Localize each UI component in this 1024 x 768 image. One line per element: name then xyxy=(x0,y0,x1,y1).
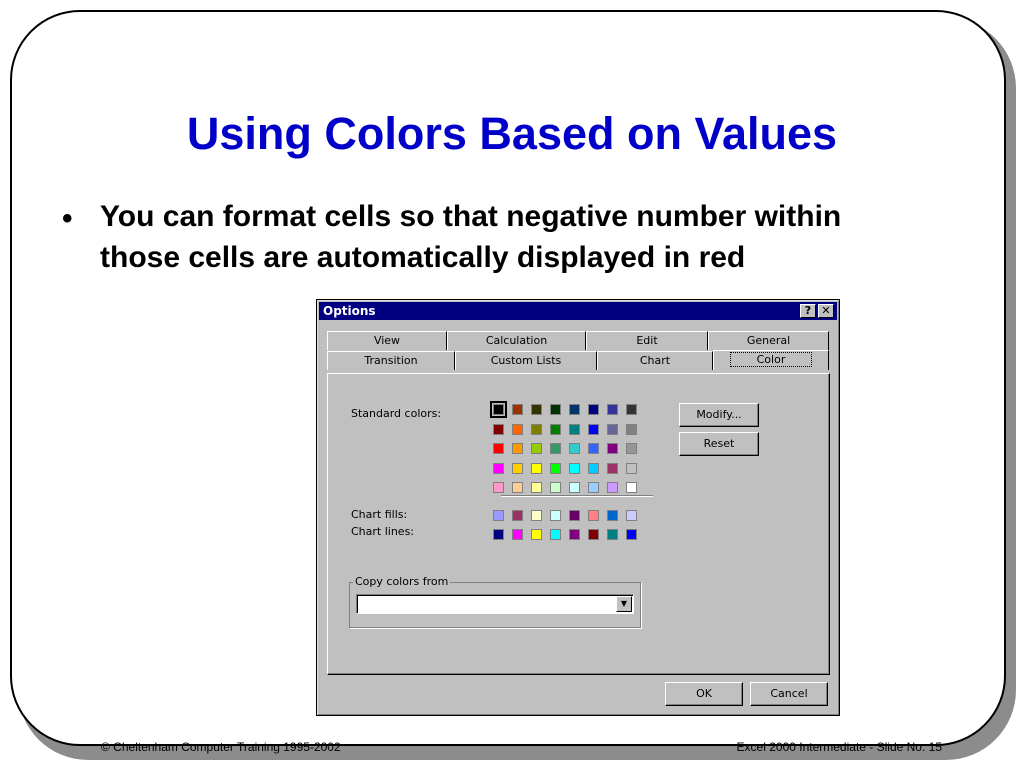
color-swatch[interactable] xyxy=(512,423,523,435)
palette-separator xyxy=(501,495,653,497)
color-swatch[interactable] xyxy=(512,404,523,415)
color-swatch[interactable] xyxy=(569,482,580,493)
footer-slide-number: Excel 2000 Intermediate - Slide No. 15 xyxy=(736,740,942,754)
tab-label: Transition xyxy=(364,354,418,367)
dropdown-arrow-icon[interactable]: ▼ xyxy=(616,596,632,612)
chart-fill-swatch[interactable] xyxy=(626,510,637,521)
color-swatch[interactable] xyxy=(588,404,599,415)
chart-fill-swatch[interactable] xyxy=(493,510,504,521)
color-swatch[interactable] xyxy=(550,462,561,474)
color-swatch[interactable] xyxy=(550,482,561,493)
color-swatch[interactable] xyxy=(626,423,637,435)
color-swatch[interactable] xyxy=(531,482,542,493)
color-swatch[interactable] xyxy=(607,423,618,435)
color-swatch[interactable] xyxy=(626,482,637,493)
chart-fills-label: Chart fills: xyxy=(351,508,408,521)
color-swatch[interactable] xyxy=(531,404,542,415)
color-swatch[interactable] xyxy=(512,482,523,493)
color-swatch[interactable] xyxy=(493,443,504,454)
options-dialog: Options ? ✕ View Calculation Edit Genera… xyxy=(316,299,840,716)
color-swatch[interactable] xyxy=(588,482,599,493)
chart-line-swatch[interactable] xyxy=(493,529,504,540)
footer-copyright: © Cheltenham Computer Training 1995-2002 xyxy=(101,740,341,754)
chart-line-swatch[interactable] xyxy=(607,529,618,540)
color-swatch[interactable] xyxy=(626,404,637,415)
chart-line-swatch[interactable] xyxy=(588,529,599,540)
help-button[interactable]: ? xyxy=(800,304,816,318)
color-swatch[interactable] xyxy=(607,404,618,415)
close-button[interactable]: ✕ xyxy=(818,304,834,318)
tab-label: Calculation xyxy=(485,334,548,347)
tab-view[interactable]: View xyxy=(327,331,447,350)
color-swatch[interactable] xyxy=(493,482,504,493)
cancel-button[interactable]: Cancel xyxy=(750,682,828,706)
tab-label: Custom Lists xyxy=(490,354,562,367)
chart-fill-swatch[interactable] xyxy=(588,510,599,521)
color-swatch[interactable] xyxy=(607,443,618,454)
color-swatch[interactable] xyxy=(512,443,523,454)
tab-general[interactable]: General xyxy=(708,331,829,350)
tab-label: Edit xyxy=(636,334,658,347)
color-swatch[interactable] xyxy=(607,482,618,493)
dialog-title: Options xyxy=(323,304,376,318)
chart-fill-swatch[interactable] xyxy=(607,510,618,521)
color-swatch[interactable] xyxy=(607,462,618,474)
bullet-text: You can format cells so that negative nu… xyxy=(100,200,842,274)
tab-chart[interactable]: Chart xyxy=(597,351,713,370)
dialog-titlebar[interactable]: Options ? ✕ xyxy=(319,302,837,320)
tab-label: Color xyxy=(729,352,813,367)
tab-color[interactable]: Color xyxy=(713,350,829,370)
tab-label: View xyxy=(373,334,401,347)
tab-transition[interactable]: Transition xyxy=(327,351,455,370)
copy-colors-combobox[interactable]: ▼ xyxy=(356,594,634,614)
color-swatch[interactable] xyxy=(569,443,580,454)
color-swatch[interactable] xyxy=(493,423,504,435)
chart-fill-swatch[interactable] xyxy=(512,510,523,521)
tab-custom-lists[interactable]: Custom Lists xyxy=(455,351,597,370)
color-swatch[interactable] xyxy=(550,443,561,454)
chart-fill-swatch[interactable] xyxy=(550,510,561,521)
color-swatch[interactable] xyxy=(550,423,561,435)
color-swatch[interactable] xyxy=(588,443,599,454)
color-swatch[interactable] xyxy=(531,423,542,435)
tab-label: General xyxy=(746,334,791,347)
chart-line-swatch[interactable] xyxy=(531,529,542,540)
color-swatch[interactable] xyxy=(588,423,599,435)
chart-line-swatch[interactable] xyxy=(626,529,637,540)
chart-fill-swatch[interactable] xyxy=(531,510,542,521)
copy-colors-label: Copy colors from xyxy=(353,575,451,588)
chart-fill-swatch[interactable] xyxy=(569,510,580,521)
color-tab-panel: Standard colors: Chart fills: Chart line… xyxy=(327,373,830,675)
color-swatch[interactable] xyxy=(531,443,542,454)
standard-colors-label: Standard colors: xyxy=(351,407,442,420)
chart-line-swatch[interactable] xyxy=(569,529,580,540)
chart-lines-label: Chart lines: xyxy=(351,525,415,538)
ok-button[interactable]: OK xyxy=(665,682,743,706)
reset-button[interactable]: Reset xyxy=(679,432,759,456)
chart-line-swatch[interactable] xyxy=(550,529,561,540)
color-swatch[interactable] xyxy=(569,462,580,474)
color-swatch[interactable] xyxy=(531,462,542,474)
color-swatch[interactable] xyxy=(512,462,523,474)
tab-label: Chart xyxy=(639,354,671,367)
color-swatch[interactable] xyxy=(493,462,504,474)
slide-title: Using Colors Based on Values xyxy=(186,108,838,159)
color-swatch[interactable] xyxy=(588,462,599,474)
color-swatch[interactable] xyxy=(569,404,580,415)
bullet-marker: • xyxy=(62,202,73,235)
color-swatch[interactable] xyxy=(626,462,637,474)
color-swatch[interactable] xyxy=(550,404,561,415)
color-swatch[interactable] xyxy=(490,401,507,418)
color-swatch[interactable] xyxy=(626,443,637,454)
chart-line-swatch[interactable] xyxy=(512,529,523,540)
color-swatch[interactable] xyxy=(569,423,580,435)
tab-calculation[interactable]: Calculation xyxy=(447,331,586,350)
tab-edit[interactable]: Edit xyxy=(586,331,708,350)
modify-button[interactable]: Modify... xyxy=(679,403,759,427)
